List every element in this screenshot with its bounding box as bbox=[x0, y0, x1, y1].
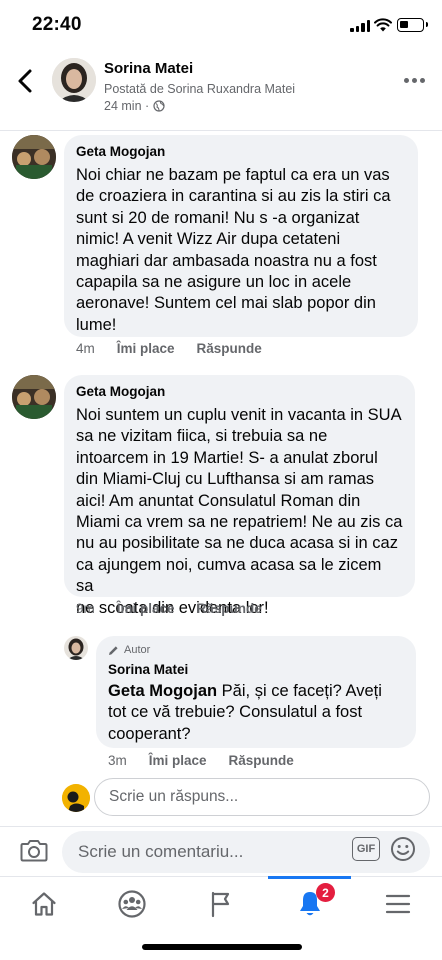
comment-author[interactable]: Geta Mogojan bbox=[76, 384, 403, 399]
gif-button[interactable]: GIF bbox=[352, 837, 380, 861]
bottom-navigation: 2 bbox=[0, 876, 442, 930]
emoji-icon[interactable] bbox=[390, 836, 416, 862]
home-icon bbox=[32, 892, 56, 916]
nav-notifications[interactable]: 2 bbox=[280, 883, 340, 925]
post-time: 24 min · bbox=[104, 99, 150, 113]
more-options-icon[interactable] bbox=[404, 78, 426, 84]
comment-composer: Scrie un comentariu... GIF bbox=[0, 826, 442, 876]
posted-by-text: Postată de Sorina Ruxandra Matei bbox=[104, 82, 296, 96]
comment-bubble: Geta Mogojan Noi suntem un cuplu venit i… bbox=[64, 375, 415, 617]
author-badge-label: Autor bbox=[124, 644, 151, 656]
comment-text: Geta Mogojan Păi, și ce faceți? Aveți to… bbox=[108, 681, 404, 745]
active-tab-indicator bbox=[268, 876, 351, 879]
like-button[interactable]: Îmi place bbox=[117, 601, 175, 616]
avatar[interactable] bbox=[64, 636, 88, 660]
pages-flag-icon bbox=[211, 891, 230, 918]
author-name[interactable]: Sorina Matei bbox=[104, 60, 193, 77]
post-time-row: 24 min · bbox=[104, 99, 165, 113]
reply-composer: Scrie un răspuns... bbox=[60, 778, 432, 818]
avatar bbox=[62, 784, 90, 812]
mention-link[interactable]: Geta Mogojan bbox=[108, 682, 217, 700]
comment-time: 9m bbox=[76, 601, 95, 616]
post-header: Sorina Matei Postată de Sorina Ruxandra … bbox=[0, 52, 442, 122]
comment-text: Noi chiar ne bazam pe faptul ca era un v… bbox=[76, 166, 391, 334]
avatar[interactable] bbox=[12, 375, 56, 419]
author-badge: Autor bbox=[108, 644, 404, 656]
comment-actions: 4m Îmi place Răspunde bbox=[76, 341, 262, 356]
like-button[interactable]: Îmi place bbox=[117, 341, 175, 356]
back-arrow-icon[interactable] bbox=[14, 66, 38, 96]
reply-bubble: Autor Sorina Matei Geta Mogojan Păi, și … bbox=[96, 636, 416, 748]
status-time: 22:40 bbox=[32, 14, 82, 35]
header-divider bbox=[0, 130, 442, 131]
globe-icon bbox=[153, 100, 165, 112]
avatar[interactable] bbox=[52, 58, 96, 102]
nav-home[interactable] bbox=[14, 883, 74, 925]
comment-bubble: Geta Mogojan Noi chiar ne bazam pe faptu… bbox=[64, 135, 418, 337]
camera-icon[interactable] bbox=[20, 837, 48, 863]
battery-icon bbox=[397, 18, 428, 32]
status-bar: 22:40 bbox=[0, 0, 442, 52]
nav-pages[interactable] bbox=[191, 883, 251, 925]
reply-button[interactable]: Răspunde bbox=[197, 341, 262, 356]
comment-author[interactable]: Geta Mogojan bbox=[76, 144, 406, 159]
menu-icon bbox=[385, 894, 411, 914]
like-button[interactable]: Îmi place bbox=[149, 753, 207, 768]
comment-actions: 3m Îmi place Răspunde bbox=[108, 753, 294, 768]
reply-button[interactable]: Răspunde bbox=[197, 601, 262, 616]
comment-text: Noi suntem un cuplu venit in vacanta in … bbox=[76, 406, 403, 617]
wifi-icon bbox=[374, 18, 392, 32]
comment-actions: 9m Îmi place Răspunde bbox=[76, 601, 262, 616]
nav-groups[interactable] bbox=[102, 883, 162, 925]
reply-input[interactable]: Scrie un răspuns... bbox=[94, 778, 430, 816]
reply-button[interactable]: Răspunde bbox=[229, 753, 294, 768]
notification-badge: 2 bbox=[316, 883, 335, 902]
cellular-signal-icon bbox=[350, 20, 370, 32]
comment-author[interactable]: Sorina Matei bbox=[108, 662, 404, 677]
comment-input-placeholder: Scrie un comentariu... bbox=[78, 842, 244, 861]
avatar[interactable] bbox=[12, 135, 56, 179]
groups-icon bbox=[118, 890, 146, 918]
comment-time: 3m bbox=[108, 753, 127, 768]
nav-menu[interactable] bbox=[368, 883, 428, 925]
home-indicator bbox=[142, 944, 302, 950]
comment-time: 4m bbox=[76, 341, 95, 356]
pencil-icon bbox=[109, 645, 118, 655]
